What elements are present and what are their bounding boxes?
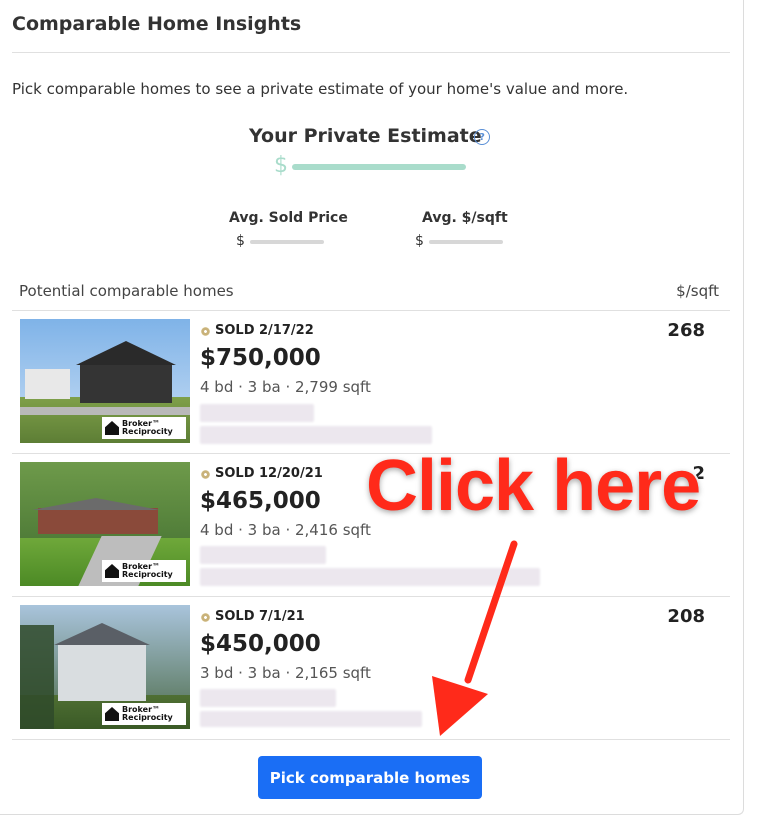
home-specs: 4 bd · 3 ba · 2,416 sqft (200, 521, 371, 539)
question-circle-icon[interactable]: ? (474, 129, 490, 145)
broker-badge-line2: Reciprocity (122, 570, 173, 579)
panel-title: Comparable Home Insights (12, 13, 302, 35)
divider (12, 739, 730, 740)
intro-text: Pick comparable homes to see a private e… (12, 80, 629, 98)
house-logo-icon (105, 564, 119, 578)
comparable-insights-panel: Comparable Home Insights Pick comparable… (0, 0, 744, 815)
house-logo-icon (105, 421, 119, 435)
home-price-per-sqft: 268 (667, 320, 705, 341)
estimate-currency: $ (274, 153, 288, 178)
redacted-address (200, 546, 326, 564)
broker-reciprocity-badge: Broker™ Reciprocity (102, 417, 186, 439)
divider (12, 596, 730, 597)
avg-ppsf-currency: $ (415, 233, 424, 249)
home-price: $465,000 (200, 488, 321, 514)
list-header-right: $/sqft (676, 282, 719, 300)
sold-status: SOLD 12/20/21 (215, 466, 323, 481)
sold-status-icon (201, 470, 210, 479)
broker-badge-line2: Reciprocity (122, 713, 173, 722)
redacted-address (200, 689, 336, 707)
sold-status-icon (201, 327, 210, 336)
home-photo: Broker™ Reciprocity (20, 319, 190, 443)
broker-reciprocity-badge: Broker™ Reciprocity (102, 560, 186, 582)
home-photo: Broker™ Reciprocity (20, 462, 190, 586)
divider (12, 52, 730, 53)
estimate-title: Your Private Estimate (249, 125, 482, 147)
home-price: $750,000 (200, 345, 321, 371)
avg-sold-price-currency: $ (236, 233, 245, 249)
broker-reciprocity-badge: Broker™ Reciprocity (102, 703, 186, 725)
divider (12, 310, 730, 311)
sold-status: SOLD 7/1/21 (215, 609, 305, 624)
sold-status-icon (201, 613, 210, 622)
redacted-address (200, 426, 432, 444)
avg-ppsf-placeholder (429, 240, 503, 244)
home-specs: 4 bd · 3 ba · 2,799 sqft (200, 378, 371, 396)
estimate-placeholder-bar (292, 164, 466, 170)
broker-badge-line2: Reciprocity (122, 427, 173, 436)
home-price: $450,000 (200, 631, 321, 657)
redacted-address (200, 404, 314, 422)
list-header-left: Potential comparable homes (19, 282, 234, 300)
avg-sold-price-placeholder (250, 240, 324, 244)
redacted-address (200, 568, 540, 586)
click-here-annotation: Click here (364, 444, 703, 528)
sold-status: SOLD 2/17/22 (215, 323, 314, 338)
avg-sold-price-label: Avg. Sold Price (229, 210, 348, 226)
house-logo-icon (105, 707, 119, 721)
home-price-per-sqft: 208 (667, 606, 705, 627)
home-specs: 3 bd · 3 ba · 2,165 sqft (200, 664, 371, 682)
home-photo: Broker™ Reciprocity (20, 605, 190, 729)
redacted-address (200, 711, 422, 727)
avg-ppsf-label: Avg. $/sqft (422, 210, 508, 226)
pick-comparable-homes-button[interactable]: Pick comparable homes (258, 756, 482, 799)
